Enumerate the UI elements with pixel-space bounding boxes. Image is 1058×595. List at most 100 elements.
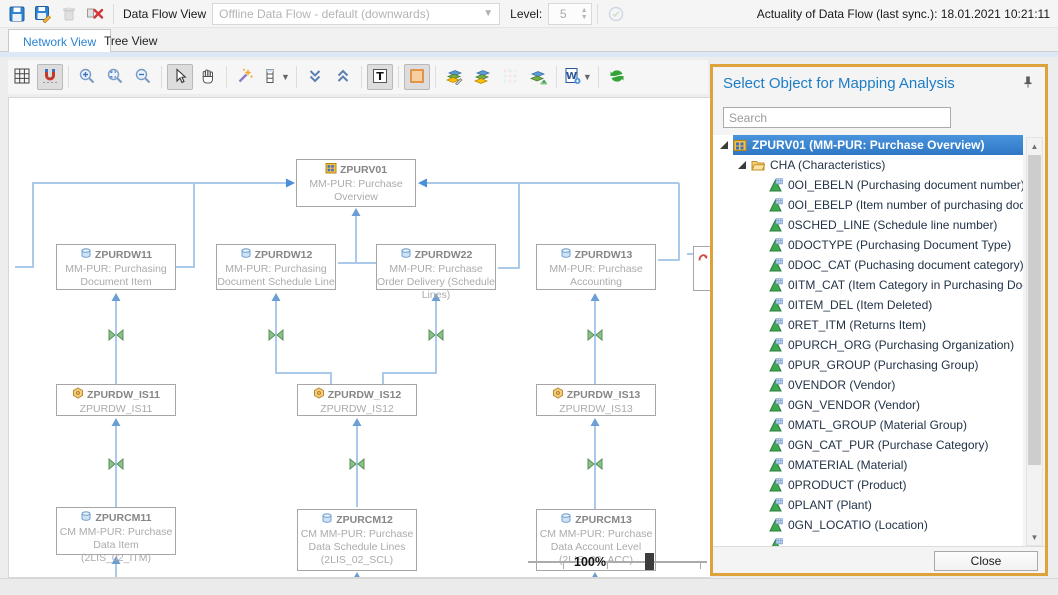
tree-item-0vendor[interactable]: 0VENDOR (Vendor) [713, 375, 1023, 395]
zoom-fit-button[interactable] [102, 64, 128, 90]
pan-hand-button[interactable] [195, 64, 221, 90]
auto-layout-wand-icon [236, 67, 254, 88]
tree-item-zpurv01[interactable]: ZPURV01 (MM-PUR: Purchase Overview) [713, 135, 1023, 155]
select-cursor-button[interactable] [167, 64, 193, 90]
tree-item-0plant[interactable]: 0PLANT (Plant) [713, 495, 1023, 515]
zoom-in-button[interactable] [74, 64, 100, 90]
expand-all-down-icon [306, 67, 324, 88]
tree-indent [755, 480, 765, 490]
diagram-node-ZPURCM12[interactable]: ZPURCM12 CM MM-PUR: Purchase Data Schedu… [297, 509, 417, 571]
layers-button[interactable] [469, 64, 495, 90]
delete-trash-button[interactable] [56, 2, 82, 26]
node-id: ZPURDW_IS13 [567, 389, 641, 402]
layers-image-button[interactable] [525, 64, 551, 90]
search-input[interactable] [723, 107, 951, 128]
node-id: ZPURCM11 [95, 512, 151, 525]
diagram-node-ZPURCM11[interactable]: ZPURCM11 CM MM-PUR: Purchase Data Item (… [56, 507, 176, 555]
close-button[interactable]: Close [934, 551, 1038, 571]
tree-item-0itm_cat[interactable]: 0ITM_CAT (Item Category in Purchasing Do… [713, 275, 1023, 295]
scrollbar-thumb[interactable] [1028, 155, 1041, 465]
data-flow-combo[interactable]: Offline Data Flow - default (downwards) … [212, 3, 500, 25]
tree-indent [755, 220, 765, 230]
tree-item-0matl_group[interactable]: 0MATL_GROUP (Material Group) [713, 415, 1023, 435]
diagram-node-ZPURV01[interactable]: ZPURV01 MM-PUR: Purchase Overview [296, 159, 416, 207]
separator [435, 66, 436, 88]
snap-magnet-button[interactable] [37, 64, 63, 90]
tree-indent [755, 420, 765, 430]
tree-item-0gn_locatio[interactable]: 0GN_LOCATIO (Location) [713, 515, 1023, 535]
tree-item-0purch_org[interactable]: 0PURCH_ORG (Purchasing Organization) [713, 335, 1023, 355]
data-flow-combo-value: Offline Data Flow - default (downwards) [219, 7, 430, 21]
tree-item-label: 0MATL_GROUP (Material Group) [788, 418, 967, 432]
chevron-down-icon: ▼ [583, 72, 592, 82]
diagram-node-ZPURDW13[interactable]: ZPURDW13 MM-PUR: Purchase Accounting [536, 244, 656, 290]
collapse-all-up-button[interactable] [330, 64, 356, 90]
zoom-slider-handle[interactable] [645, 553, 654, 570]
tree-item-cha[interactable]: CHA (Characteristics) [713, 155, 1023, 175]
layers-edit-button[interactable] [441, 64, 467, 90]
node-id: ZPURCM12 [336, 514, 393, 527]
separator [556, 66, 557, 88]
tree-expander-icon[interactable] [719, 140, 729, 150]
highlight-frame-button[interactable] [404, 64, 430, 90]
text-tool-button[interactable]: T [367, 64, 393, 90]
tree-item-0doctype[interactable]: 0DOCTYPE (Purchasing Document Type) [713, 235, 1023, 255]
tree-item-label: 0PURCH_ORG (Purchasing Organization) [788, 338, 1014, 352]
footer-strip [0, 578, 1058, 595]
node-label: ZPURDW_IS12 [298, 403, 416, 416]
word-export-button[interactable]: W▼ [562, 64, 593, 90]
tree-item-0gn_vendor[interactable]: 0GN_VENDOR (Vendor) [713, 395, 1023, 415]
tree-item-0material[interactable]: 0MATERIAL (Material) [713, 455, 1023, 475]
diagram-node-ZPURDW_IS13[interactable]: ZPURDW_IS13 ZPURDW_IS13 [536, 384, 656, 416]
mapping-analysis-panel: Select Object for Mapping Analysis ZPURV… [710, 64, 1048, 576]
tree-item-0sched_line[interactable]: 0SCHED_LINE (Schedule line number) [713, 215, 1023, 235]
last-sync-clock-icon[interactable] [603, 2, 629, 26]
scroll-down-icon[interactable]: ▼ [1027, 529, 1042, 545]
network-diagram-canvas[interactable]: ZPURV01 MM-PUR: Purchase Overview ZPURDW1… [8, 97, 710, 578]
tree-scrollbar[interactable]: ▲ ▼ [1026, 137, 1043, 546]
folder-icon [751, 158, 765, 172]
tab-tree-view[interactable]: Tree View [90, 30, 171, 52]
zoom-out-button[interactable] [130, 64, 156, 90]
separator [226, 66, 227, 88]
dots-grid-button[interactable] [497, 64, 523, 90]
diagram-node-ZPURCM13[interactable]: ZPURCM13 CM MM-PUR: Purchase Data Accoun… [536, 509, 656, 571]
grid-button[interactable] [9, 64, 35, 90]
diagram-node-ZPURDW11[interactable]: ZPURDW11 MM-PUR: Purchasing Document Ite… [56, 244, 176, 290]
tree-item-0product[interactable]: 0PRODUCT (Product) [713, 475, 1023, 495]
composite-icon [733, 138, 747, 152]
tree-item-0ret_itm[interactable]: 0RET_ITM (Returns Item) [713, 315, 1023, 335]
node-id: ZPURCM13 [575, 514, 632, 527]
tree-item-label: 0PUR_GROUP (Purchasing Group) [788, 358, 979, 372]
scroll-up-icon[interactable]: ▲ [1027, 138, 1042, 154]
tree-item-0pur_group[interactable]: 0PUR_GROUP (Purchasing Group) [713, 355, 1023, 375]
expand-all-down-button[interactable] [302, 64, 328, 90]
level-spinner[interactable]: 5 ▲▼ [548, 3, 592, 25]
refresh-button[interactable] [604, 64, 630, 90]
auto-layout-wand-button[interactable] [232, 64, 258, 90]
swimlane-button[interactable]: ▼ [260, 64, 291, 90]
tree-expander-icon[interactable] [737, 160, 747, 170]
tree-item-label: 0SCHED_LINE (Schedule line number) [788, 218, 997, 232]
tree-item-label: ZPURV01 (MM-PUR: Purchase Overview) [752, 138, 985, 152]
spinner-arrows-icon[interactable]: ▲▼ [577, 7, 591, 21]
remove-data-flow-button[interactable] [82, 2, 108, 26]
diagram-node-ZPURDW_IS11[interactable]: ZPURDW_IS11 ZPURDW_IS11 [56, 384, 176, 416]
diagram-node-ZPURDW22[interactable]: ZPURDW22 MM-PUR: Purchase Order Delivery… [376, 244, 496, 290]
save-edit-button[interactable] [30, 2, 56, 26]
diagram-node-clipped[interactable] [693, 246, 710, 291]
tree-item-clipped[interactable] [713, 535, 1023, 546]
word-export-icon: W [563, 67, 581, 88]
tree-item-0doc_cat[interactable]: 0DOC_CAT (Puchasing document category) [713, 255, 1023, 275]
tree-item-0oi_ebeln[interactable]: 0OI_EBELN (Purchasing document number) [713, 175, 1023, 195]
top-toolbar-buttons [4, 2, 108, 26]
diagram-node-ZPURDW12[interactable]: ZPURDW12 MM-PUR: Purchasing Document Sch… [216, 244, 336, 290]
diagram-node-ZPURDW_IS12[interactable]: ZPURDW_IS12 ZPURDW_IS12 [297, 384, 417, 416]
tree-item-0item_del[interactable]: 0ITEM_DEL (Item Deleted) [713, 295, 1023, 315]
tree-item-label: 0RET_ITM (Returns Item) [788, 318, 926, 332]
tree-item-0gn_cat_pur[interactable]: 0GN_CAT_PUR (Purchase Category) [713, 435, 1023, 455]
pin-icon[interactable] [1021, 75, 1035, 92]
transformation-valve-icon [429, 330, 443, 340]
tree-item-0oi_ebelp[interactable]: 0OI_EBELP (Item number of purchasing doc… [713, 195, 1023, 215]
save-button[interactable] [4, 2, 30, 26]
